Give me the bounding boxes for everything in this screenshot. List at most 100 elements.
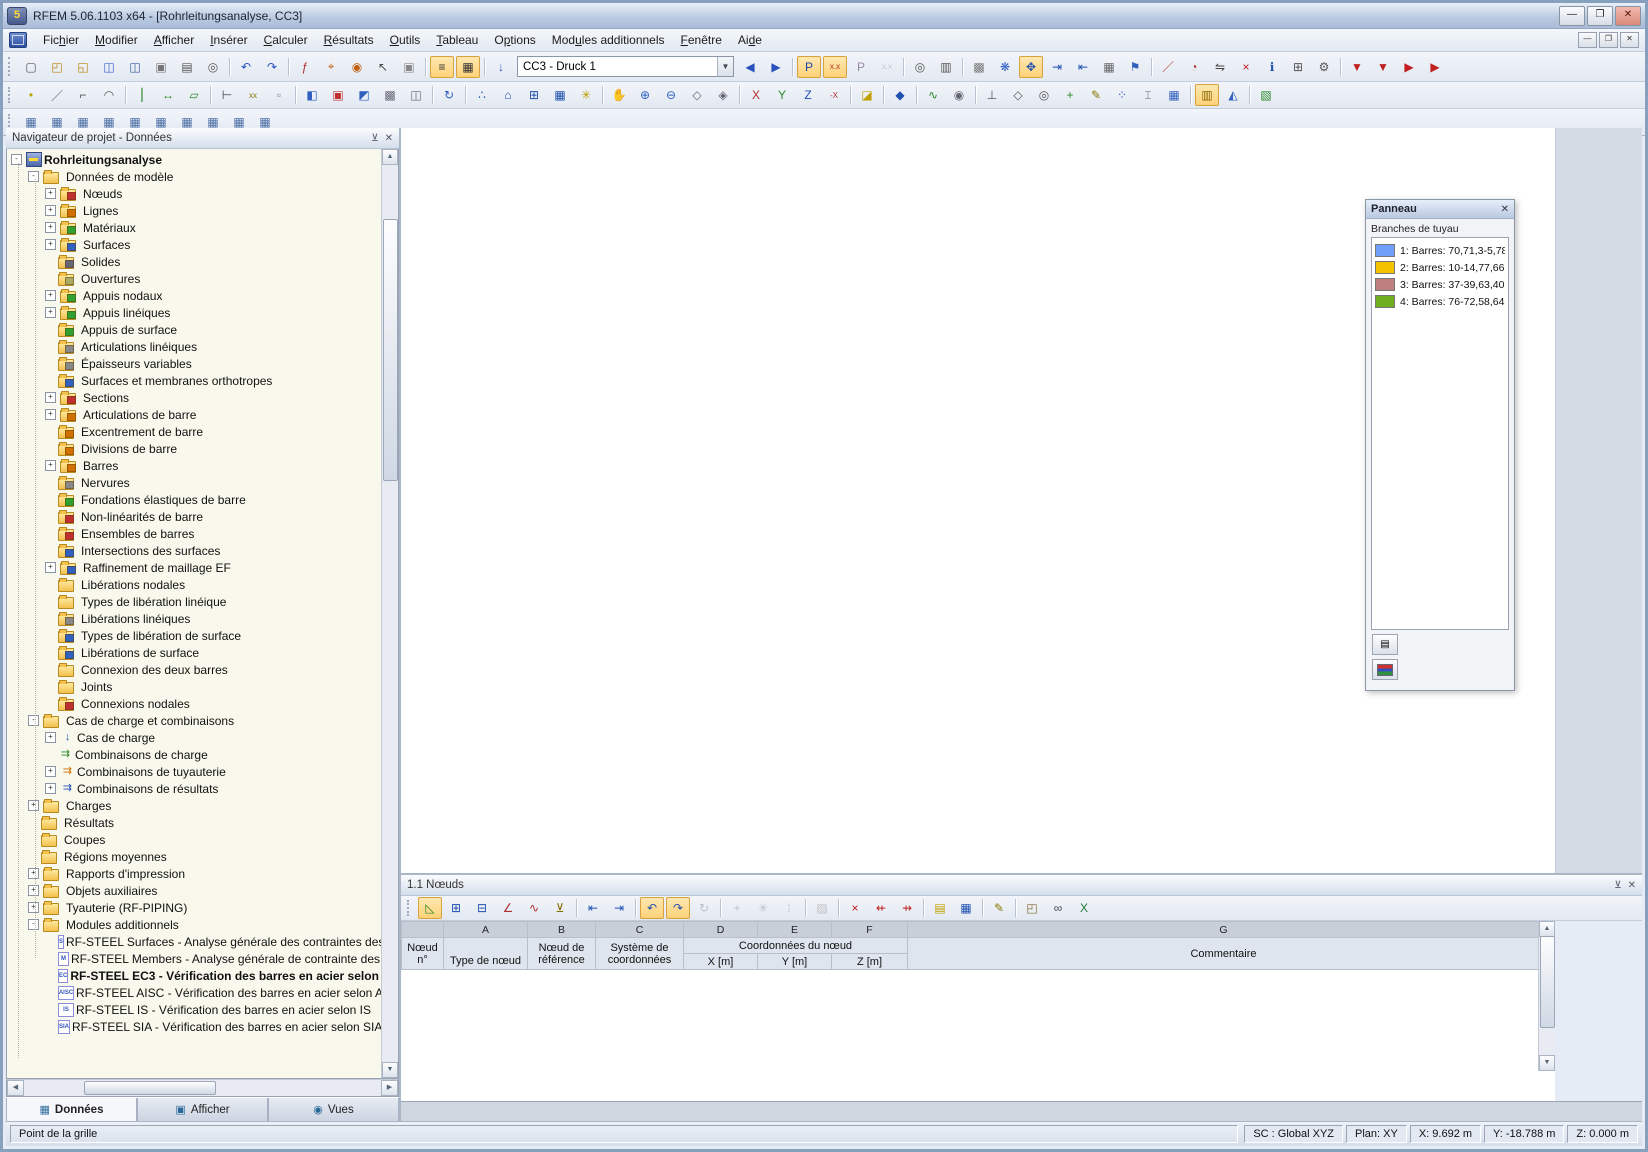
pin-view-2-icon[interactable]: ▼ (1371, 56, 1395, 78)
legend-item[interactable]: 3: Barres: 37-39,63,40 (1375, 276, 1505, 293)
support-node-icon[interactable]: ⊥ (980, 84, 1004, 106)
undo-table-icon[interactable]: ↶ (640, 897, 664, 919)
dimension-tool-icon[interactable]: ⊢ (215, 84, 239, 106)
new-solid-icon[interactable]: ▩ (378, 84, 402, 106)
connect-members-icon[interactable]: ⇥ (1045, 56, 1069, 78)
menu-afficher[interactable]: Afficher (146, 30, 202, 50)
zoom-find-icon[interactable]: ⌖ (319, 56, 343, 78)
legend-item[interactable]: 2: Barres: 10-14,77,66 (1375, 259, 1505, 276)
show-results-icon[interactable]: P (849, 56, 873, 78)
rotate-view-icon[interactable]: ◔ (1182, 56, 1206, 78)
refresh-table-icon[interactable]: ↻ (692, 897, 716, 919)
copy-solid-icon[interactable]: ◫ (404, 84, 428, 106)
expand-icon[interactable]: + (28, 885, 39, 896)
column-letter-G[interactable]: G (908, 922, 1540, 938)
mesh-settings-icon[interactable]: ❋ (993, 56, 1017, 78)
row-insert-icon[interactable]: ⊞ (444, 897, 468, 919)
gen-lines-icon[interactable]: ∿ (921, 84, 945, 106)
col-right-icon[interactable]: ⇥ (607, 897, 631, 919)
tree-item-r-gions-moyennes[interactable]: Régions moyennes (7, 848, 382, 865)
collapse-icon[interactable]: - (28, 715, 39, 726)
tree-item-rf-steel-aisc-v-rification-des-barres-en[interactable]: AISCRF-STEEL AISC - Vérification des bar… (7, 984, 382, 1001)
visibility-eye-icon[interactable]: ◉ (947, 84, 971, 106)
menu-ins-rer[interactable]: Insérer (202, 30, 255, 50)
print-icon[interactable]: ▤ (175, 56, 199, 78)
mdi-document-icon[interactable] (9, 32, 27, 48)
expand-icon[interactable]: + (45, 188, 56, 199)
gen-cells-icon[interactable]: ⊞ (522, 84, 546, 106)
edit-language-icon[interactable]: ƒ (293, 56, 317, 78)
redo-icon[interactable]: ↷ (260, 56, 284, 78)
close-button[interactable]: ✕ (1615, 6, 1641, 26)
expand-icon[interactable]: + (45, 290, 56, 301)
collapse-icon[interactable]: - (28, 171, 39, 182)
tree-item-lib-rations-de-surface[interactable]: Libérations de surface (7, 644, 382, 661)
chart-wave-icon[interactable]: ∿ (522, 897, 546, 919)
fold-surface-icon[interactable]: ◩ (352, 84, 376, 106)
pin-view-1-icon[interactable]: ▼ (1345, 56, 1369, 78)
column-letter-B[interactable]: B (528, 922, 596, 938)
expand-icon[interactable]: + (45, 766, 56, 777)
tree-item-combinaisons-de-charge[interactable]: ⇉Combinaisons de charge (7, 746, 382, 763)
load-case-combo[interactable]: CC3 - Druck 1▼ (517, 56, 734, 77)
notes-icon[interactable]: ✎ (987, 897, 1011, 919)
support-hinge-icon[interactable]: ◇ (1006, 84, 1030, 106)
column-letter-E[interactable]: E (758, 922, 832, 938)
expand-icon[interactable]: + (45, 239, 56, 250)
insert-node-icon[interactable]: • (19, 84, 43, 106)
tree-item-articulations-lin-iques[interactable]: Articulations linéiques (7, 338, 382, 355)
table-select-icon[interactable]: ◺ (418, 897, 442, 919)
legend-item[interactable]: 4: Barres: 76-72,58,64 (1375, 293, 1505, 310)
close-icon[interactable]: ✕ (1628, 880, 1636, 891)
tree-item-connexion-des-deux-barres[interactable]: Connexion des deux barres (7, 661, 382, 678)
drag-view-icon[interactable]: ✋ (607, 84, 631, 106)
status-coordinate-system[interactable]: SC : Global XYZ (1244, 1125, 1343, 1143)
tables-toggle-icon[interactable]: ▦ (456, 56, 480, 78)
generate-mesh-icon[interactable]: ▩ (967, 56, 991, 78)
tree-item-appuis-nodaux[interactable]: +Appuis nodaux (7, 287, 382, 304)
scroll-up-icon[interactable]: ▲ (1539, 921, 1555, 937)
tree-item-surfaces-et-membranes-orthotropes[interactable]: Surfaces et membranes orthotropes (7, 372, 382, 389)
mdi-close-button[interactable]: ✕ (1620, 32, 1639, 48)
view-x-icon[interactable]: X (744, 84, 768, 106)
gen-block-icon[interactable]: ▦ (548, 84, 572, 106)
column-letter-A[interactable]: A (444, 922, 528, 938)
dots-item-icon[interactable]: ⁞ (777, 897, 801, 919)
collapse-icon[interactable]: - (28, 919, 39, 930)
delete-red-icon[interactable]: × (843, 897, 867, 919)
rotate-copy-icon[interactable]: ↻ (437, 84, 461, 106)
tree-item-rf-steel-sia-v-rification-des-barres-en-[interactable]: SIARF-STEEL SIA - Vérification des barre… (7, 1018, 382, 1035)
navigator-tab-données[interactable]: ▦Données (6, 1098, 137, 1122)
section-profile-icon[interactable]: ⌶ (1136, 84, 1160, 106)
model-viewport[interactable]: Panneau ✕ Branches de tuyau 1: Barres: 7… (401, 128, 1556, 873)
tree-item-joints[interactable]: Joints (7, 678, 382, 695)
measure-icon[interactable]: xx (241, 84, 265, 106)
print-preview-icon[interactable]: ◎ (201, 56, 225, 78)
view-iso-icon[interactable]: ◈ (711, 84, 735, 106)
tree-item-surfaces[interactable]: +Surfaces (7, 236, 382, 253)
status-work-plane[interactable]: Plan: XY (1346, 1125, 1407, 1143)
remove-row-icon[interactable]: ⇷ (869, 897, 893, 919)
tree-item-ensembles-de-barres[interactable]: Ensembles de barres (7, 525, 382, 542)
tree-item-lignes[interactable]: +Lignes (7, 202, 382, 219)
tree-item-rf-steel-ec3-v-rification-des-barres-en-[interactable]: ECRF-STEEL EC3 - Vérification des barres… (7, 967, 382, 984)
open-project-icon[interactable]: ◰ (45, 56, 69, 78)
tree-item-cas-de-charge-et-combinaisons[interactable]: -Cas de charge et combinaisons (7, 712, 382, 729)
info-icon[interactable]: ℹ (1260, 56, 1284, 78)
support-add-icon[interactable]: + (1058, 84, 1082, 106)
tree-item-modules-additionnels[interactable]: -Modules additionnels (7, 916, 382, 933)
renumber-icon[interactable]: ▥ (934, 56, 958, 78)
find-numbering-icon[interactable]: ◎ (908, 56, 932, 78)
col-left-icon[interactable]: ⇤ (581, 897, 605, 919)
menu-fichier[interactable]: Fichier (35, 30, 87, 50)
color-scale-button[interactable] (1372, 659, 1398, 680)
redo-table-icon[interactable]: ↷ (666, 897, 690, 919)
insert-member-icon[interactable]: ⎮ (130, 84, 154, 106)
collapse-icon[interactable]: - (11, 154, 22, 165)
menu-r-sultats[interactable]: Résultats (316, 30, 382, 50)
tree-item--paisseurs-variables[interactable]: Épaisseurs variables (7, 355, 382, 372)
tree-item-rf-steel-members-analyse-g-n-rale-de-con[interactable]: MRF-STEEL Members - Analyse générale de … (7, 950, 382, 967)
scroll-down-icon[interactable]: ▼ (382, 1062, 398, 1078)
result-table-icon[interactable]: ▦ (1162, 84, 1186, 106)
select-color-icon[interactable]: ◪ (855, 84, 879, 106)
